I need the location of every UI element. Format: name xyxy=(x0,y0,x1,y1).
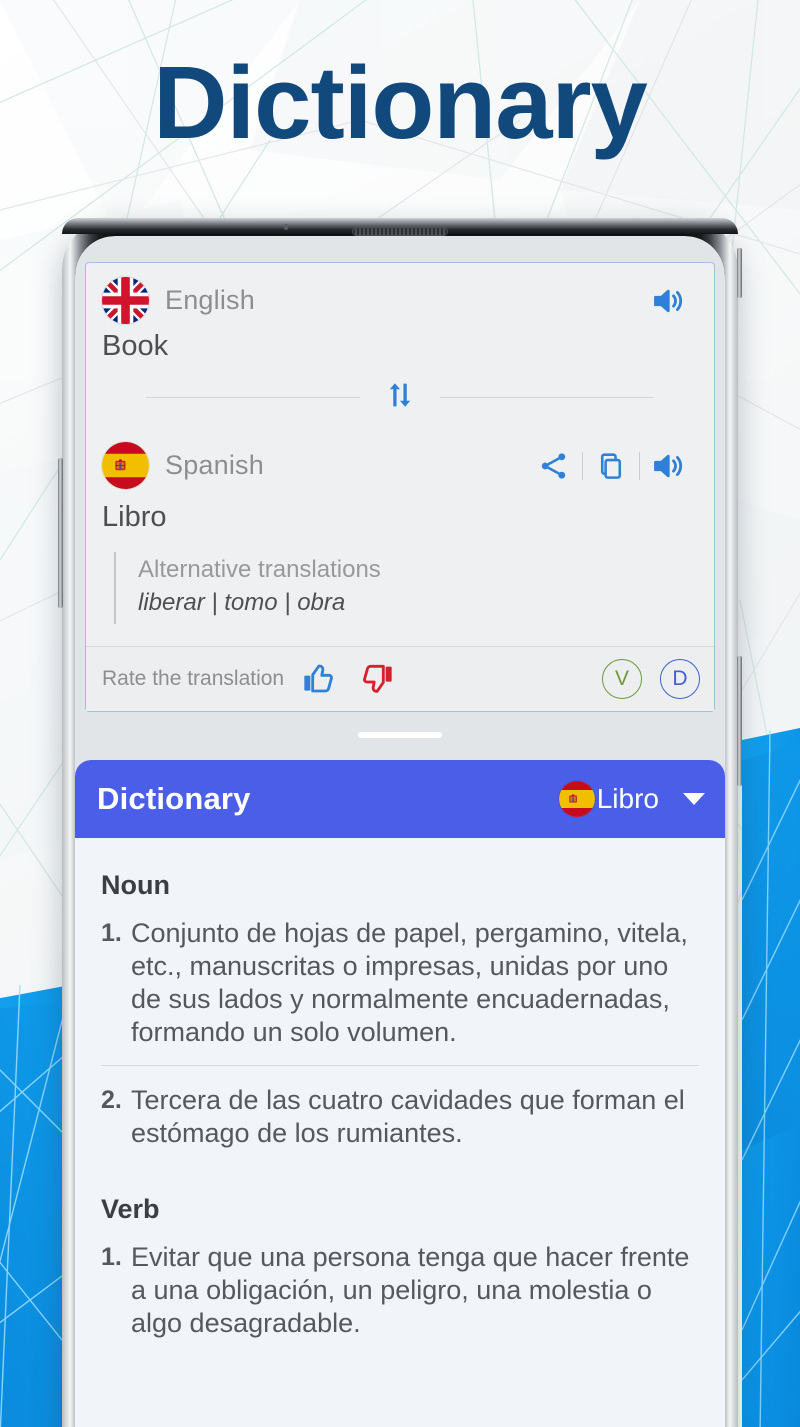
definition-divider xyxy=(101,1064,699,1066)
swap-languages-row xyxy=(86,363,714,428)
divider-right xyxy=(440,397,654,398)
dictionary-word-selector[interactable]: Libro xyxy=(558,781,705,817)
bixby-button[interactable] xyxy=(737,656,742,786)
spain-flag-icon xyxy=(558,781,595,817)
page-title: Dictionary xyxy=(153,45,648,160)
definition-item: 2. Tercera de las cuatro cavidades que f… xyxy=(101,1084,699,1150)
dictionary-sheet: Dictionary Libro Noun 1. Conjunto de hoj… xyxy=(75,760,725,1427)
definition-number: 1. xyxy=(101,1242,122,1271)
definition-item: 1. Evitar que una persona tenga que hace… xyxy=(101,1241,699,1340)
definition-text: Evitar que una persona tenga que hacer f… xyxy=(131,1241,690,1338)
part-of-speech-verb: Verb xyxy=(101,1193,160,1224)
swap-vertical-icon[interactable] xyxy=(382,377,418,418)
spain-flag-icon xyxy=(102,442,149,489)
rating-bar: Rate the translation V D xyxy=(86,645,714,711)
target-actions xyxy=(526,448,698,484)
screen-content: English Book Spanish Libro Alternative t… xyxy=(75,236,725,1427)
target-language-label: Spanish xyxy=(165,450,264,480)
alternative-translations-title: Alternative translations xyxy=(138,556,381,583)
power-button[interactable] xyxy=(737,248,742,298)
target-language-row[interactable]: Spanish xyxy=(86,428,714,493)
dictionary-title: Dictionary xyxy=(97,781,251,816)
target-speaker-icon[interactable] xyxy=(640,448,698,484)
definition-item: 1. Conjunto de hojas de papel, pergamino… xyxy=(101,917,699,1049)
alternative-translations: Alternative translations liberar | tomo … xyxy=(114,552,714,624)
source-language-label: English xyxy=(165,285,255,315)
uk-flag-icon xyxy=(102,277,149,324)
phone-mockup: English Book Spanish Libro Alternative t… xyxy=(58,218,742,1427)
rating-label: Rate the translation xyxy=(102,666,285,690)
part-of-speech-noun: Noun xyxy=(101,870,170,900)
copy-icon[interactable] xyxy=(583,449,639,483)
chevron-down-icon[interactable] xyxy=(683,793,705,805)
dictionary-selected-word: Libro xyxy=(596,783,659,814)
translation-card: English Book Spanish Libro Alternative t… xyxy=(85,262,715,712)
source-language-row[interactable]: English xyxy=(86,263,714,328)
translated-word: Libro xyxy=(102,501,167,533)
sheet-drag-handle[interactable] xyxy=(358,732,442,738)
badge-d[interactable]: D xyxy=(660,658,700,699)
thumb-up-icon[interactable] xyxy=(300,659,340,699)
source-word: Book xyxy=(102,330,169,362)
definition-text: Conjunto de hojas de papel, pergamino, v… xyxy=(131,918,688,1047)
dictionary-header: Dictionary Libro xyxy=(75,760,725,838)
badge-v[interactable]: V xyxy=(602,658,642,699)
dictionary-body: Noun 1. Conjunto de hojas de papel, perg… xyxy=(75,838,725,1339)
earpiece-speaker-icon xyxy=(352,227,448,236)
share-icon[interactable] xyxy=(526,449,582,483)
definition-number: 2. xyxy=(101,1085,122,1114)
definition-number: 1. xyxy=(101,919,122,947)
phone-screen: English Book Spanish Libro Alternative t… xyxy=(75,236,725,1427)
volume-button[interactable] xyxy=(58,458,63,608)
alternative-translations-list: liberar | tomo | obra xyxy=(138,589,346,617)
divider-left xyxy=(146,397,360,398)
source-speaker-icon[interactable] xyxy=(640,283,698,319)
definition-text: Tercera de las cuatro cavidades que form… xyxy=(131,1084,685,1148)
proximity-sensor-icon xyxy=(284,224,288,230)
thumb-down-icon[interactable] xyxy=(356,659,396,699)
